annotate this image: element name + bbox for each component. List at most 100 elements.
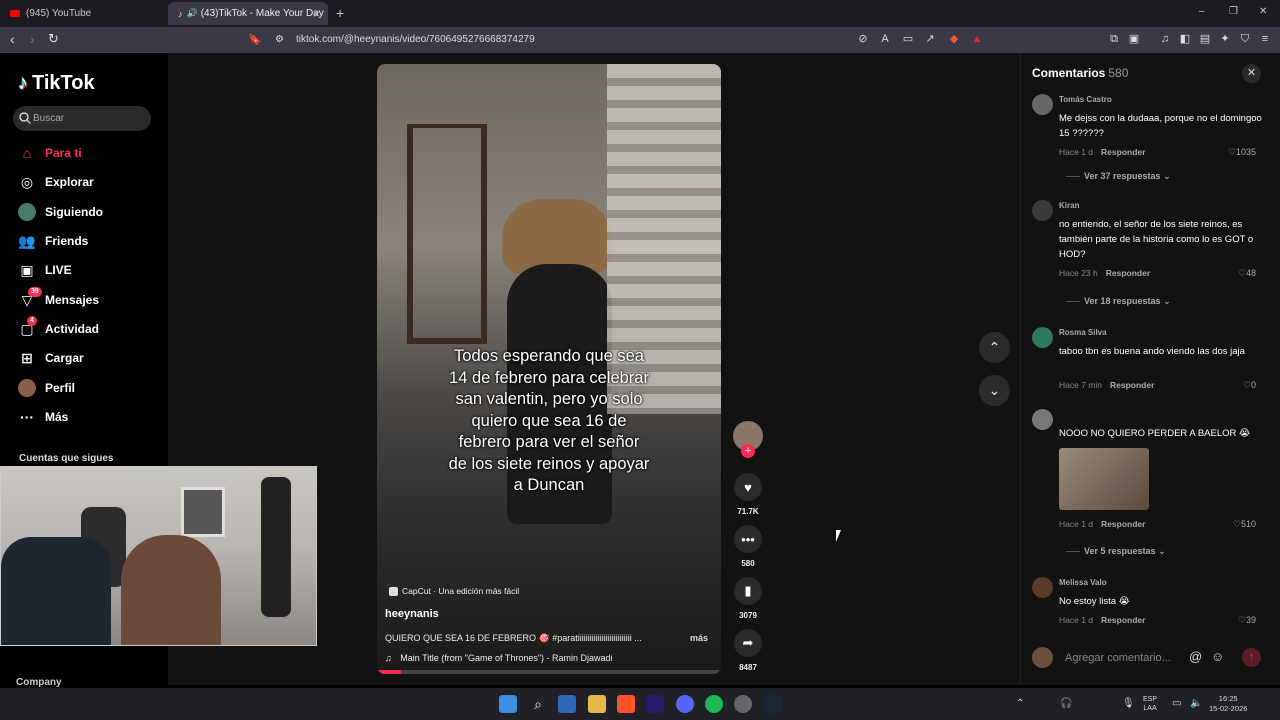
reply-button[interactable]: Responder — [1106, 268, 1150, 278]
previous-video-button[interactable]: ⌃ — [979, 332, 1010, 363]
leo-ai-icon[interactable]: ✦ — [1219, 33, 1231, 45]
sidebar-item-live[interactable]: ▣ LIVE — [18, 259, 71, 281]
sidebar-item-mas[interactable]: ··· Más — [18, 406, 68, 428]
sidebar-item-cargar[interactable]: ⊞ Cargar — [18, 347, 84, 369]
no-camera-icon[interactable]: ⊘ — [857, 33, 869, 45]
forward-icon[interactable]: › — [30, 31, 35, 47]
view-replies-button[interactable]: Ver 5 respuestas ⌄ — [1066, 546, 1166, 557]
sidebar-item-explorar[interactable]: ◎ Explorar — [18, 171, 94, 193]
video-progress-track[interactable] — [377, 670, 721, 674]
new-tab-button[interactable]: + — [336, 5, 344, 21]
video-author[interactable]: heeynanis — [385, 608, 439, 620]
comment-user[interactable]: Rosma Silva — [1059, 328, 1107, 337]
see-more-link[interactable]: más — [690, 633, 708, 643]
reply-button[interactable]: Responder — [1110, 380, 1154, 390]
premiere-icon[interactable] — [646, 695, 664, 713]
brave-shield-icon[interactable]: ◆ — [948, 33, 960, 45]
avatar[interactable] — [1032, 327, 1053, 348]
minimize-button[interactable]: – — [1199, 6, 1205, 17]
bookmark-icon[interactable]: 🔖 — [248, 33, 262, 46]
comment-like-button[interactable]: ♡48 — [1238, 268, 1256, 279]
wallet-icon[interactable]: ▤ — [1199, 33, 1211, 45]
extensions-icon[interactable]: ⧉ — [1108, 33, 1120, 45]
avatar[interactable] — [1032, 94, 1053, 115]
brave-browser-icon[interactable] — [617, 695, 635, 713]
file-explorer-icon[interactable] — [588, 695, 606, 713]
comment-like-button[interactable]: ♡510 — [1233, 519, 1256, 530]
system-clock[interactable]: 16:25 15-02-2026 — [1209, 694, 1247, 714]
url-field[interactable]: tiktok.com/@heeynanis/video/760649527666… — [296, 34, 535, 45]
close-comments-button[interactable]: ✕ — [1242, 64, 1261, 83]
microphone-icon[interactable]: 🎙 — [1122, 698, 1135, 709]
headset-icon[interactable]: 🎧 — [1060, 698, 1072, 709]
sidebar-item-friends[interactable]: 👥 Friends — [18, 230, 88, 252]
comment-button[interactable]: ••• 580 — [733, 525, 763, 568]
vpn-icon[interactable]: ⛉ — [1239, 33, 1251, 45]
speaker-icon[interactable]: 🔊 — [187, 8, 198, 19]
search-icon[interactable]: ⌕ — [529, 695, 547, 713]
reload-icon[interactable]: ↻ — [48, 31, 59, 47]
cast-icon[interactable]: ▭ — [902, 33, 914, 45]
spotify-icon[interactable] — [705, 695, 723, 713]
share-icon[interactable]: ↗ — [924, 33, 936, 45]
like-button[interactable]: ♥ 71.7K — [733, 473, 763, 516]
tab-youtube[interactable]: (945) YouTube — [0, 2, 168, 25]
reply-button[interactable]: Responder — [1101, 615, 1145, 625]
avatar[interactable] — [1032, 409, 1053, 430]
menu-icon[interactable]: ≡ — [1259, 33, 1271, 45]
tray-overflow-icon[interactable]: ⌃ — [1016, 698, 1024, 709]
start-icon[interactable] — [499, 695, 517, 713]
sidebar-icon[interactable]: ◧ — [1179, 33, 1191, 45]
emoji-icon[interactable]: ☺ — [1211, 649, 1224, 664]
video-player[interactable]: Todos esperando que sea 14 de febrero pa… — [377, 64, 721, 674]
music-link[interactable]: ♫ Main Title (from "Game of Thrones") - … — [385, 653, 613, 663]
avatar[interactable] — [1032, 200, 1053, 221]
sidebar-item-actividad[interactable]: ▢ 4 Actividad — [18, 316, 99, 340]
footer-company[interactable]: Company — [16, 677, 62, 688]
search-input[interactable]: Buscar — [13, 106, 151, 131]
reply-button[interactable]: Responder — [1101, 147, 1145, 157]
save-button[interactable]: ▮ 3079 — [733, 577, 763, 620]
close-tab-icon[interactable]: × — [313, 7, 320, 21]
send-comment-button[interactable]: ↑ — [1242, 648, 1261, 667]
back-icon[interactable]: ‹ — [10, 31, 15, 47]
steam-icon[interactable] — [764, 695, 782, 713]
widgets-icon[interactable] — [558, 695, 576, 713]
discord-icon[interactable] — [676, 695, 694, 713]
obs-icon[interactable] — [734, 695, 752, 713]
comment-image[interactable] — [1059, 448, 1149, 510]
comment-user[interactable]: Tomás Castro — [1059, 95, 1112, 104]
follow-plus-icon[interactable]: + — [741, 444, 755, 458]
sidebar-item-mensajes[interactable]: ▽ 39 Mensajes — [18, 287, 99, 311]
avatar[interactable] — [1032, 577, 1053, 598]
sidebar-item-siguiendo[interactable]: Siguiendo — [18, 201, 103, 223]
view-replies-button[interactable]: Ver 37 respuestas ⌄ — [1066, 171, 1171, 182]
view-replies-button[interactable]: Ver 18 respuestas ⌄ — [1066, 296, 1171, 307]
maximize-button[interactable]: ❐ — [1229, 6, 1238, 17]
mention-icon[interactable]: @ — [1189, 649, 1202, 664]
sidebar-item-perfil[interactable]: Perfil — [18, 377, 75, 399]
comment-like-button[interactable]: ♡0 — [1243, 380, 1256, 391]
comment-like-button[interactable]: ♡1035 — [1228, 147, 1256, 158]
volume-icon[interactable]: 🔈 — [1190, 698, 1202, 709]
sidebar-item-para-ti[interactable]: ⌂ Para ti — [18, 142, 82, 164]
translate-icon[interactable]: A — [879, 33, 891, 45]
creator-avatar[interactable]: + — [733, 421, 763, 458]
next-video-button[interactable]: ⌄ — [979, 375, 1010, 406]
comment-like-button[interactable]: ♡39 — [1238, 615, 1256, 626]
capcut-tag[interactable]: CapCut · Una edición más fácil — [389, 586, 519, 596]
tab-tiktok[interactable]: ♪ 🔊 (43)TikTok - Make Your Day × — [168, 2, 328, 25]
comment-input[interactable]: Agregar comentario... — [1065, 652, 1171, 664]
language-indicator[interactable]: ESP LAA — [1143, 695, 1157, 713]
close-window-button[interactable]: ✕ — [1259, 6, 1267, 17]
network-icon[interactable]: ▭ — [1172, 698, 1181, 709]
reply-button[interactable]: Responder — [1101, 519, 1145, 529]
media-icon[interactable]: ♫ — [1159, 33, 1171, 45]
share-button[interactable]: ➦ 8487 — [733, 629, 763, 672]
comment-user[interactable]: Melissa Valo — [1059, 578, 1107, 587]
site-settings-icon[interactable]: ⚙ — [275, 34, 284, 45]
tiktok-logo[interactable]: ♪ TikTok — [18, 72, 95, 95]
tab-search-icon[interactable]: ▣ — [1128, 33, 1140, 45]
comment-user[interactable]: Kiran — [1059, 201, 1079, 210]
brave-rewards-icon[interactable]: ▲ — [971, 33, 983, 45]
